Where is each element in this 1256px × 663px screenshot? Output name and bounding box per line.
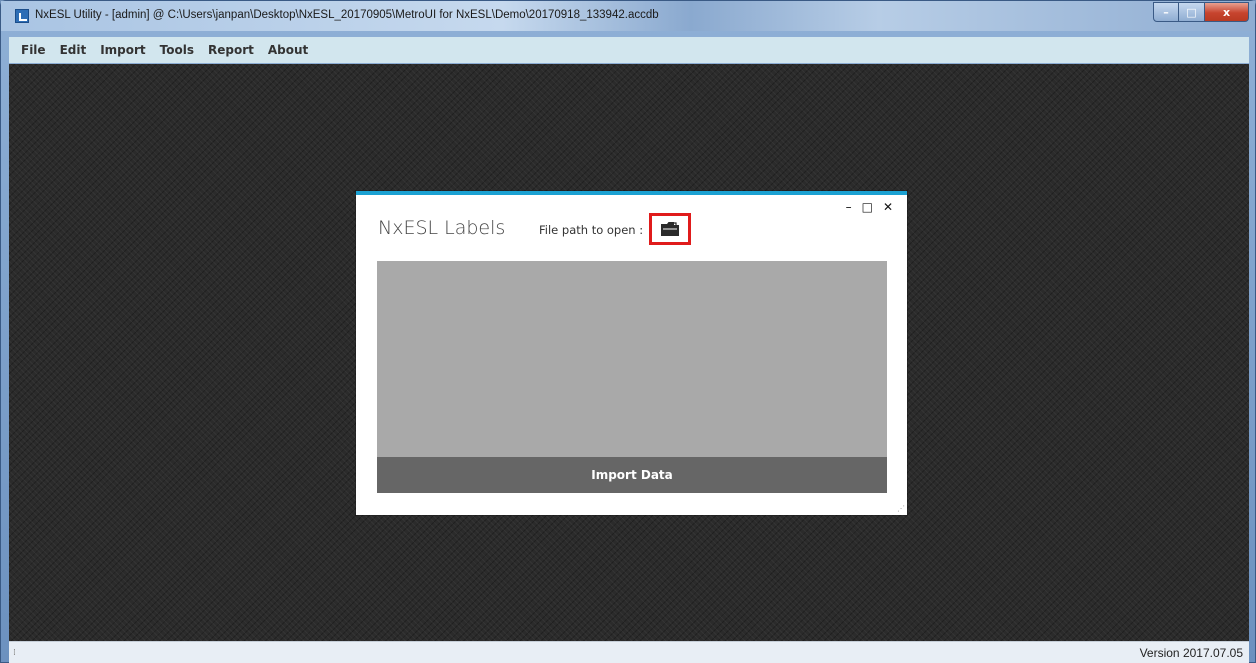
status-bar: ⁞ Version 2017.07.05	[9, 641, 1249, 663]
dialog-close-button[interactable]: ✕	[883, 200, 893, 214]
menu-import[interactable]: Import	[100, 43, 145, 57]
window-title: NxESL Utility - [admin] @ C:\Users\janpa…	[35, 9, 659, 21]
import-data-button[interactable]: Import Data	[377, 457, 887, 493]
title-bar[interactable]: NxESL Utility - [admin] @ C:\Users\janpa…	[1, 1, 1255, 31]
dialog-maximize-button[interactable]: □	[862, 200, 873, 214]
version-label: Version 2017.07.05	[1139, 646, 1243, 660]
file-path-label: File path to open :	[539, 223, 644, 237]
maximize-button[interactable]: □	[1179, 2, 1205, 22]
app-icon	[15, 9, 29, 23]
close-button[interactable]: x	[1205, 2, 1249, 22]
menu-edit[interactable]: Edit	[60, 43, 87, 57]
main-window: NxESL Utility - [admin] @ C:\Users\janpa…	[0, 0, 1256, 663]
menu-about[interactable]: About	[268, 43, 308, 57]
menu-tools[interactable]: Tools	[160, 43, 194, 57]
menu-report[interactable]: Report	[208, 43, 254, 57]
maximize-icon: □	[1186, 5, 1197, 19]
dialog-minimize-button[interactable]: –	[846, 200, 852, 214]
folder-open-icon	[661, 222, 679, 236]
minimize-icon: –	[1163, 5, 1169, 19]
labels-dialog: – □ ✕ NxESL Labels File path to open : I…	[356, 191, 907, 515]
dialog-controls: – □ ✕	[846, 200, 893, 214]
close-icon: x	[1222, 5, 1231, 19]
dialog-resize-grip[interactable]: ⋰	[897, 504, 905, 513]
menu-bar: File Edit Import Tools Report About	[9, 37, 1249, 63]
status-grip: ⁞	[13, 648, 16, 658]
file-preview-area	[377, 261, 887, 457]
dialog-title: NxESL Labels	[378, 217, 506, 239]
open-folder-button[interactable]	[649, 213, 691, 245]
minimize-button[interactable]: –	[1153, 2, 1179, 22]
menu-file[interactable]: File	[21, 43, 46, 57]
window-controls: – □ x	[1153, 2, 1249, 22]
